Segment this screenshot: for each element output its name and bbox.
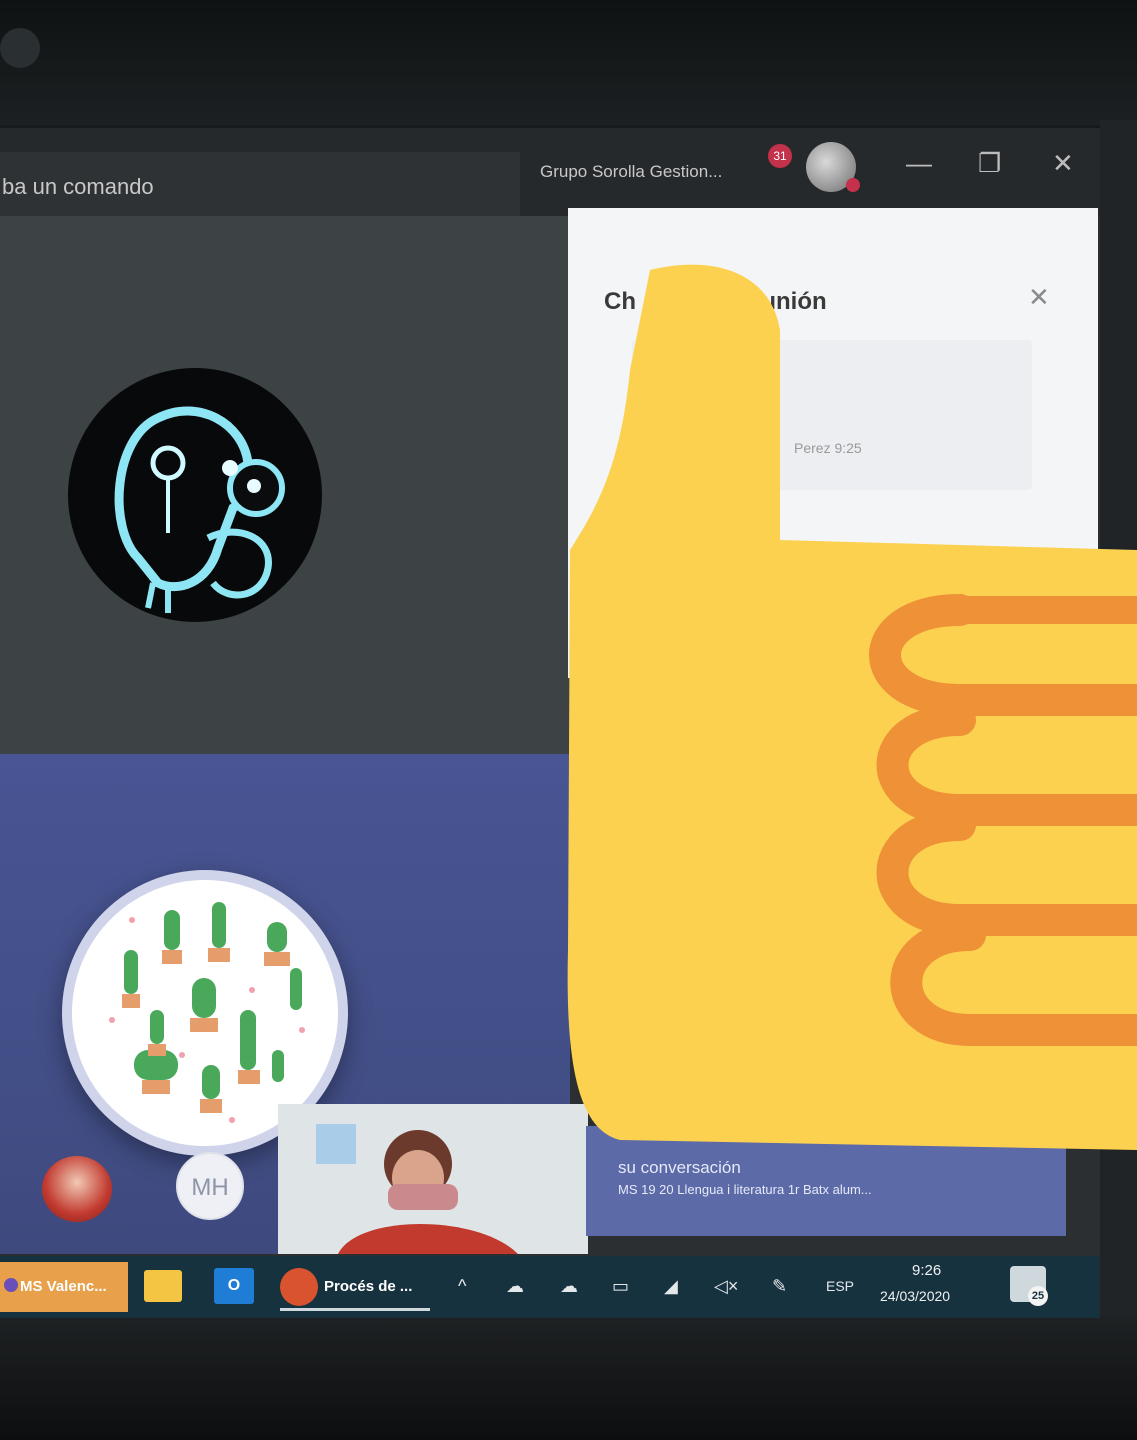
close-button[interactable]: ✕ <box>1052 148 1074 179</box>
command-box-text: ba un comando <box>2 174 154 199</box>
active-app-indicator <box>280 1308 430 1311</box>
file-explorer-icon[interactable] <box>144 1270 182 1302</box>
minimize-button[interactable]: — <box>906 148 932 179</box>
network-icon[interactable]: ◢ <box>664 1276 678 1297</box>
teams-icon <box>4 1278 18 1292</box>
thumbs-up-icon <box>540 250 1137 1170</box>
pen-icon[interactable]: ✎ <box>772 1276 787 1297</box>
taskbar-app-powerpoint[interactable]: Procés de ... <box>280 1264 430 1311</box>
person-photo-icon[interactable] <box>42 1156 112 1222</box>
taskbar-app-label: Procés de ... <box>324 1278 413 1295</box>
windows-taskbar: MS Valenc... O Procés de ... ^ ☁ ☁ ▭ ◢ ◁… <box>0 1256 1100 1318</box>
onedrive-icon[interactable]: ☁ <box>506 1276 524 1297</box>
xray-skull-icon <box>68 368 322 622</box>
monitor-bezel-bottom <box>0 1315 1137 1440</box>
org-switcher[interactable]: Grupo Sorolla Gestion... <box>540 162 722 182</box>
chevron-up-icon[interactable]: ^ <box>458 1276 466 1297</box>
webcam-icon <box>0 28 40 68</box>
notification-badge: 31 <box>768 144 792 168</box>
title-bar: ba un comando Grupo Sorolla Gestion... 3… <box>0 128 1100 216</box>
clock-time[interactable]: 9:26 <box>912 1262 941 1279</box>
toast-subtext: MS 19 20 Llengua i literatura 1r Batx al… <box>618 1182 872 1197</box>
keyboard-icon[interactable]: ▭ <box>612 1276 629 1297</box>
language-indicator[interactable]: ESP <box>826 1278 854 1294</box>
powerpoint-icon <box>280 1268 318 1306</box>
taskbar-app-label: MS Valenc... <box>20 1278 107 1295</box>
participant-initials-avatar[interactable]: MH <box>176 1152 244 1220</box>
volume-muted-icon[interactable]: ◁× <box>714 1276 738 1297</box>
command-search-box[interactable]: ba un comando <box>0 152 520 216</box>
restore-button[interactable]: ❐ <box>978 148 1001 179</box>
onedrive-icon[interactable]: ☁ <box>560 1276 578 1297</box>
monitor-bezel-top <box>0 0 1137 125</box>
clock-date[interactable]: 24/03/2020 <box>880 1288 950 1304</box>
outlook-icon[interactable]: O <box>214 1268 254 1304</box>
notification-count-badge: 25 <box>1028 1286 1048 1306</box>
taskbar-app-teams[interactable]: MS Valenc... <box>0 1262 128 1312</box>
presence-status-icon <box>846 178 860 192</box>
